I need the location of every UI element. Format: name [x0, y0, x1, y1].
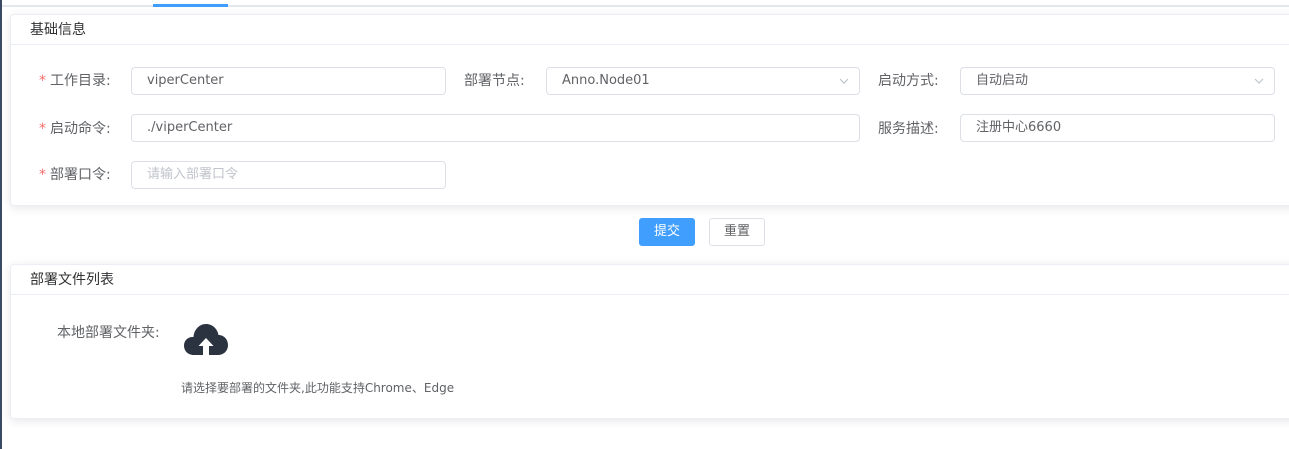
deploy-password-label: * 部署口令: [39, 164, 111, 184]
basic-info-card: 基础信息 * 工作目录: viperCenter 部署节点: Anno.Node0… [10, 14, 1289, 206]
start-cmd-label: * 启动命令: [39, 118, 111, 138]
reset-button[interactable]: 重置 [709, 218, 765, 246]
deploy-password-input[interactable]: 请输入部署口令 [131, 161, 446, 189]
start-mode-select[interactable]: 自动启动 [960, 67, 1275, 95]
deploy-files-card: 部署文件列表 本地部署文件夹: 请选择要部署的文件夹,此功能支持Chrome、E… [10, 264, 1289, 419]
upload-tip: 请选择要部署的文件夹,此功能支持Chrome、Edge [181, 381, 455, 395]
cloud-upload-icon[interactable] [183, 321, 229, 361]
work-dir-label: * 工作目录: [39, 70, 111, 90]
chevron-down-icon [839, 78, 849, 84]
deploy-node-select[interactable]: Anno.Node01 [546, 67, 860, 95]
deploy-files-title: 部署文件列表 [11, 265, 1289, 295]
service-desc-input[interactable]: 注册中心6660 [960, 114, 1275, 142]
required-mark: * [39, 167, 46, 183]
chevron-down-icon [1254, 78, 1264, 84]
work-dir-input[interactable]: viperCenter [131, 67, 446, 95]
start-mode-label: 启动方式: [878, 73, 939, 89]
required-mark: * [39, 73, 46, 89]
basic-info-title: 基础信息 [11, 15, 1289, 45]
active-tab-indicator[interactable] [153, 4, 228, 7]
required-mark: * [39, 121, 46, 137]
start-mode-value: 自动启动 [976, 73, 1029, 88]
deploy-password-label-text: 部署口令: [50, 167, 111, 183]
local-folder-label: 本地部署文件夹: [57, 325, 160, 341]
submit-button[interactable]: 提交 [639, 218, 695, 246]
deploy-node-label: 部署节点: [464, 73, 525, 89]
start-cmd-input[interactable]: ./viperCenter [131, 114, 860, 142]
deploy-node-value: Anno.Node01 [562, 73, 650, 88]
start-cmd-label-text: 启动命令: [50, 121, 111, 137]
work-dir-label-text: 工作目录: [50, 73, 111, 89]
service-desc-label: 服务描述: [878, 121, 939, 137]
window-edge [0, 0, 2, 449]
